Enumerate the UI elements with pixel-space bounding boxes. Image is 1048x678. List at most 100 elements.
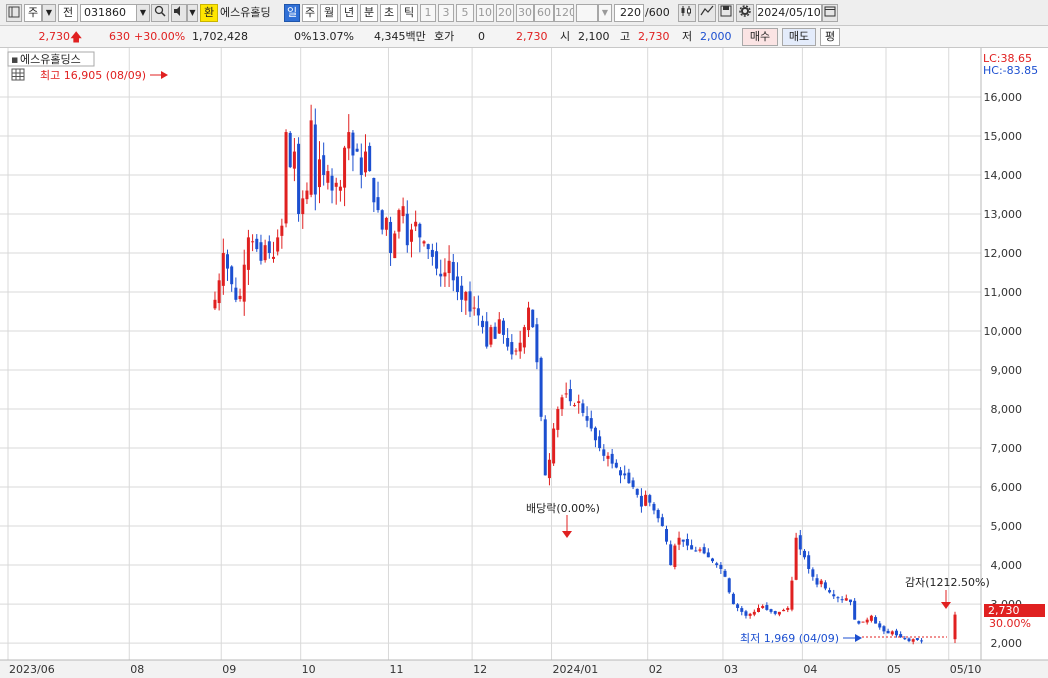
- candle-body: [380, 210, 384, 230]
- price-change: 630: [109, 30, 130, 43]
- period-tab-month[interactable]: 월: [320, 4, 338, 22]
- high-label: 고: [620, 30, 631, 43]
- candle-body: [276, 237, 280, 252]
- quote-bar: 2,730 🡅 630 +30.00% 1,702,428 0% 13.07% …: [0, 26, 1048, 48]
- buy-button[interactable]: 매수: [742, 28, 778, 46]
- candle-body: [748, 613, 752, 616]
- candle-body: [435, 251, 439, 269]
- interval-120[interactable]: 120: [554, 4, 574, 22]
- candle-body: [313, 124, 317, 195]
- candle-body: [472, 307, 476, 309]
- candle-body: [869, 615, 873, 621]
- interval-dropdown-icon[interactable]: ▼: [598, 4, 612, 22]
- stock-code-value: 031860: [84, 6, 126, 19]
- time-tick-label: 11: [389, 663, 403, 676]
- current-price: 2,730: [38, 30, 71, 43]
- candle-body: [903, 638, 907, 640]
- interval-60[interactable]: 60: [534, 4, 554, 22]
- price-tick-label: 11,000: [984, 286, 1023, 299]
- candle-body: [777, 611, 781, 615]
- candle-body: [685, 538, 689, 546]
- period-tab-year[interactable]: 년: [340, 4, 358, 22]
- candle-body: [840, 599, 844, 601]
- candle-body: [460, 285, 464, 300]
- candle-body: [426, 244, 430, 250]
- period-tab-day[interactable]: 일: [284, 4, 300, 22]
- code-dropdown-icon[interactable]: ▼: [136, 4, 150, 22]
- chart-title-bullet-icon: ▪: [11, 53, 18, 66]
- candle-body: [823, 582, 827, 589]
- candle-body: [322, 155, 326, 175]
- candle-body: [656, 510, 660, 519]
- price-tick-label: 9,000: [991, 364, 1023, 377]
- chart-background: [0, 48, 1048, 678]
- candle-body: [501, 320, 505, 335]
- candle-body: [251, 241, 255, 243]
- time-tick-label: 04: [803, 663, 817, 676]
- count-value: 220: [620, 6, 641, 19]
- candle-body: [627, 472, 631, 484]
- candle-body: [894, 630, 898, 636]
- period-tab-week[interactable]: 주: [302, 4, 318, 22]
- stock-code-input[interactable]: 031860: [80, 4, 138, 22]
- candle-body: [848, 599, 852, 603]
- candle-body: [794, 537, 798, 580]
- interval-30[interactable]: 30: [516, 4, 534, 22]
- period-tab-tick[interactable]: 틱: [400, 4, 418, 22]
- speaker-dropdown-icon[interactable]: ▼: [187, 4, 198, 22]
- candle-body: [727, 578, 731, 593]
- candlestick-chart[interactable]: 2,0003,0004,0005,0006,0007,0008,0009,000…: [0, 48, 1048, 678]
- speaker-icon[interactable]: [171, 4, 187, 22]
- candle-body: [585, 416, 589, 421]
- table-view-icon[interactable]: [11, 68, 25, 81]
- candle-body: [706, 552, 710, 558]
- interval-10[interactable]: 10: [476, 4, 494, 22]
- hoga-label: 호가: [434, 30, 455, 43]
- flat-button[interactable]: 평: [820, 28, 840, 46]
- candle-body: [915, 638, 919, 640]
- sell-button[interactable]: 매도: [782, 28, 816, 46]
- candle-body: [368, 145, 372, 172]
- window-menu-icon[interactable]: [6, 4, 22, 22]
- date-input[interactable]: 2024/05/10: [756, 4, 822, 22]
- price-tick-label: 8,000: [991, 403, 1023, 416]
- calendar-icon[interactable]: [822, 4, 838, 22]
- interval-20[interactable]: 20: [496, 4, 514, 22]
- candle-body: [326, 171, 330, 183]
- candle-body: [401, 206, 405, 217]
- period-tab-second[interactable]: 초: [380, 4, 398, 22]
- candle-body: [740, 608, 744, 612]
- candle-body: [589, 418, 593, 429]
- interval-5[interactable]: 5: [456, 4, 474, 22]
- hoga-value: 0: [478, 30, 485, 43]
- exchange-button[interactable]: 환: [200, 4, 218, 22]
- candle-body: [560, 397, 564, 410]
- interval-3[interactable]: 3: [438, 4, 454, 22]
- type-select[interactable]: 주: [24, 4, 42, 22]
- time-tick-label: 10: [302, 663, 316, 676]
- period-tab-minute[interactable]: 분: [360, 4, 378, 22]
- gear-icon[interactable]: [736, 4, 754, 22]
- price-tick-label: 12,000: [984, 247, 1023, 260]
- price-tick-label: 4,000: [991, 559, 1023, 572]
- type-dropdown-icon[interactable]: ▼: [42, 4, 56, 22]
- candle-body: [363, 151, 367, 173]
- interval-custom-input[interactable]: [576, 4, 598, 22]
- candle-body: [485, 321, 489, 347]
- candle-body: [819, 580, 823, 585]
- candle-body: [255, 238, 259, 250]
- search-icon[interactable]: [151, 4, 169, 22]
- interval-1[interactable]: 1: [420, 4, 436, 22]
- save-icon[interactable]: [718, 4, 734, 22]
- candle-body: [744, 611, 748, 616]
- candle-body: [802, 550, 806, 558]
- low-label: 저: [682, 30, 693, 43]
- candle-body: [815, 578, 819, 585]
- candle-body: [288, 132, 292, 168]
- draw-tool-icon[interactable]: [698, 4, 716, 22]
- all-market-button[interactable]: 전: [58, 4, 78, 22]
- candle-body: [619, 470, 623, 476]
- count-input[interactable]: 220: [614, 4, 644, 22]
- candle-type-icon[interactable]: [678, 4, 696, 22]
- min-price-annotation: 최저 1,969 (04/09): [740, 632, 839, 645]
